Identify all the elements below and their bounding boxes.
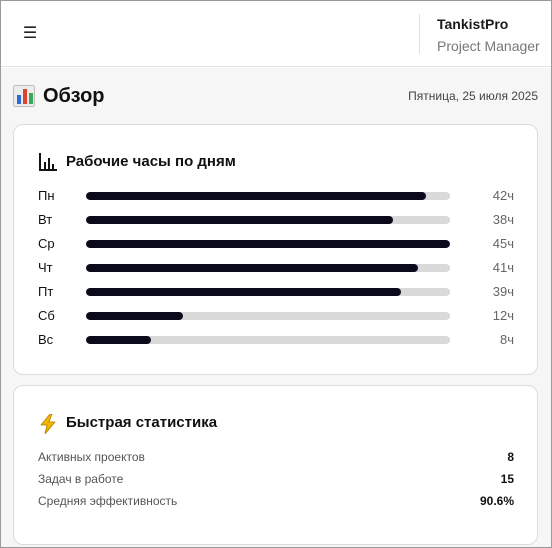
hours-value: 45ч [492,236,514,251]
hours-bar-fill [86,288,402,296]
work-hours-row: Вт 38ч [14,211,537,229]
hours-bar-track [86,192,450,200]
page-header: Обзор Пятница, 25 июля 2025 [13,83,539,109]
stat-row: Активных проектов 8 [38,448,514,466]
day-label: Вт [38,212,53,227]
hours-bar-track [86,312,450,320]
work-hours-title: Рабочие часы по дням [66,153,236,170]
hours-bar-fill [86,336,151,344]
brand-name: TankistPro [437,16,509,32]
work-hours-row: Чт 41ч [14,259,537,277]
app-window: ☰ TankistPro Project Manager Обзор Пятни… [0,0,552,548]
menu-icon[interactable]: ☰ [19,23,41,45]
bar-chart-outline-icon [39,153,57,171]
work-hours-row: Сб 12ч [14,307,537,325]
stat-label: Средняя эффективность [38,494,178,508]
work-hours-row: Пн 42ч [14,187,537,205]
hours-bar-track [86,288,450,296]
stat-value: 15 [500,472,514,486]
work-hours-row: Пт 39ч [14,283,537,301]
hours-value: 12ч [492,308,514,323]
hours-bar-fill [86,312,184,320]
day-label: Пн [38,188,55,203]
day-label: Пт [38,284,54,299]
hours-bar-track [86,264,450,272]
quick-stats-card: Быстрая статистика Активных проектов 8 З… [13,385,538,545]
work-hours-row: Вс 8ч [14,331,537,349]
work-hours-card: Рабочие часы по дням Пн 42ч Вт 38ч Ср 45ч Чт 41… [13,124,538,375]
stat-label: Задач в работе [38,472,124,486]
hours-bar-track [86,216,450,224]
stat-value: 90.6% [479,494,514,508]
brand-subtitle: Project Manager [437,38,540,54]
stat-label: Активных проектов [38,450,145,464]
hours-bar-fill [86,192,426,200]
hours-value: 39ч [492,284,514,299]
page-title: Обзор [43,85,105,107]
hours-bar-fill [86,216,394,224]
quick-stats-title: Быстрая статистика [66,414,218,431]
hours-bar-fill [86,240,450,248]
page-date: Пятница, 25 июля 2025 [408,89,538,103]
day-label: Ср [38,236,55,251]
top-bar: ☰ TankistPro Project Manager [1,1,551,67]
lightning-icon [40,414,56,434]
hours-bar-track [86,336,450,344]
main-content: Обзор Пятница, 25 июля 2025 Рабочие часы… [1,68,551,547]
work-hours-row: Ср 45ч [14,235,537,253]
stat-row: Средняя эффективность 90.6% [38,492,514,510]
hours-value: 38ч [492,212,514,227]
stat-row: Задач в работе 15 [38,470,514,488]
hours-bar-track [86,240,450,248]
day-label: Вс [38,332,54,347]
hours-value: 41ч [492,260,514,275]
hours-value: 42ч [492,188,514,203]
day-label: Чт [38,260,53,275]
day-label: Сб [38,308,55,323]
bar-chart-icon [13,85,35,107]
brand-divider [419,14,420,54]
hours-bar-fill [86,264,418,272]
hours-value: 8ч [499,332,514,347]
stat-value: 8 [507,450,514,464]
